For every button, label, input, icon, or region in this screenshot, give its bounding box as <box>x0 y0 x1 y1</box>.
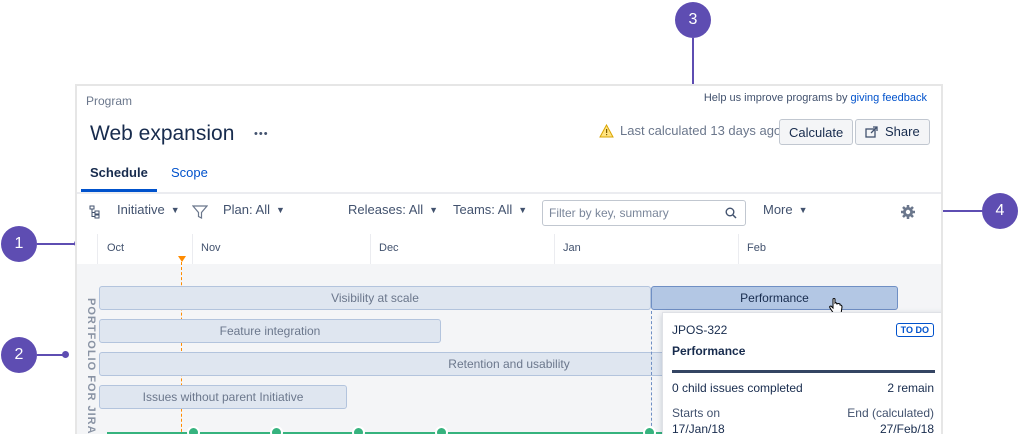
filter-toggle[interactable] <box>192 204 208 220</box>
share-label: Share <box>885 124 920 139</box>
chevron-down-icon: ▼ <box>518 204 528 215</box>
callout-4-leader <box>937 210 983 212</box>
breadcrumb[interactable]: Program <box>86 94 132 108</box>
last-calculated: Last calculated 13 days ago <box>599 123 781 138</box>
start-value: 17/Jan/18 <box>672 422 725 434</box>
more-dropdown[interactable]: More ▼ <box>763 202 808 217</box>
releases-label: Releases: All <box>348 202 424 217</box>
hierarchy-toggle[interactable] <box>89 205 101 219</box>
tab-scope[interactable]: Scope <box>171 165 208 190</box>
status-badge: TO DO <box>895 323 934 337</box>
initiative-dropdown[interactable]: Initiative ▼ <box>117 202 180 217</box>
dependency-line <box>651 311 652 434</box>
callout-2-dot <box>62 351 69 358</box>
chevron-down-icon: ▼ <box>798 204 808 215</box>
month-label: Oct <box>107 242 125 254</box>
more-actions-button[interactable]: ••• <box>254 128 269 140</box>
chevron-down-icon: ▼ <box>429 204 439 215</box>
chevron-down-icon: ▼ <box>170 204 180 215</box>
filter-placeholder: Filter by key, summary <box>549 206 669 220</box>
releases-dropdown[interactable]: Releases: All ▼ <box>348 202 438 217</box>
hierarchy-icon <box>89 205 100 219</box>
gear-icon <box>901 205 915 219</box>
timeline-header: Oct Nov Dec Jan Feb <box>77 234 941 265</box>
milestone-node[interactable] <box>270 426 283 434</box>
month-label: Feb <box>747 242 766 254</box>
remain-count: 2 remain <box>887 381 934 395</box>
initiative-bar-visibility[interactable]: Visibility at scale <box>99 286 651 310</box>
callout-1-leader <box>37 243 77 245</box>
end-label: End (calculated) <box>847 406 934 420</box>
callout-1: 1 <box>1 226 37 262</box>
warning-icon <box>599 123 614 137</box>
issue-detail-card: JPOS-322 TO DO Performance 0 child issue… <box>662 312 941 434</box>
progress-bar <box>672 370 935 373</box>
plan-label: Plan: All <box>223 202 270 217</box>
milestone-node[interactable] <box>187 426 200 434</box>
initiative-bar-feature-integration[interactable]: Feature integration <box>99 319 441 343</box>
callout-3: 3 <box>675 2 711 38</box>
month-label: Dec <box>379 242 399 254</box>
callout-2-leader <box>37 354 65 356</box>
card-title: Performance <box>672 344 746 358</box>
filter-icon <box>192 205 208 219</box>
teams-label: Teams: All <box>453 202 513 217</box>
issue-key[interactable]: JPOS-322 <box>672 323 727 337</box>
tab-schedule[interactable]: Schedule <box>81 165 157 192</box>
feedback-text: Help us improve programs by giving feedb… <box>704 92 927 104</box>
month-label: Jan <box>563 242 581 254</box>
today-marker <box>178 256 186 262</box>
initiative-label: Initiative <box>117 202 165 217</box>
share-button[interactable]: Share <box>855 119 930 145</box>
callout-4: 4 <box>982 193 1018 229</box>
plan-dropdown[interactable]: Plan: All ▼ <box>223 202 285 217</box>
callout-2: 2 <box>1 337 37 373</box>
filter-input[interactable]: Filter by key, summary <box>542 200 746 226</box>
initiative-bar-no-parent[interactable]: Issues without parent Initiative <box>99 385 347 409</box>
calculate-button[interactable]: Calculate <box>779 119 854 145</box>
start-label: Starts on <box>672 406 721 420</box>
initiative-bar-performance[interactable]: Performance <box>651 286 898 310</box>
share-icon <box>865 126 878 138</box>
last-calculated-text: Last calculated 13 days ago <box>620 123 782 138</box>
program-panel: Program Help us improve programs by givi… <box>75 84 943 434</box>
chevron-down-icon: ▼ <box>275 204 285 215</box>
teams-dropdown[interactable]: Teams: All ▼ <box>453 202 527 217</box>
giving-feedback-link[interactable]: giving feedback <box>851 92 927 104</box>
milestone-node[interactable] <box>643 426 656 434</box>
search-icon <box>725 207 737 219</box>
month-label: Nov <box>201 242 221 254</box>
end-value: 27/Feb/18 <box>879 422 934 434</box>
feedback-prefix: Help us improve programs by <box>703 92 851 104</box>
page-title: Web expansion <box>90 122 235 145</box>
side-label: PORTFOLIO FOR JIRA <box>85 298 97 434</box>
milestone-node[interactable] <box>352 426 365 434</box>
milestone-node[interactable] <box>435 426 448 434</box>
tab-bar: Schedule Scope <box>77 158 941 194</box>
settings-button[interactable] <box>900 204 916 225</box>
completed-count: 0 child issues completed <box>672 381 803 395</box>
more-label: More <box>763 202 793 217</box>
